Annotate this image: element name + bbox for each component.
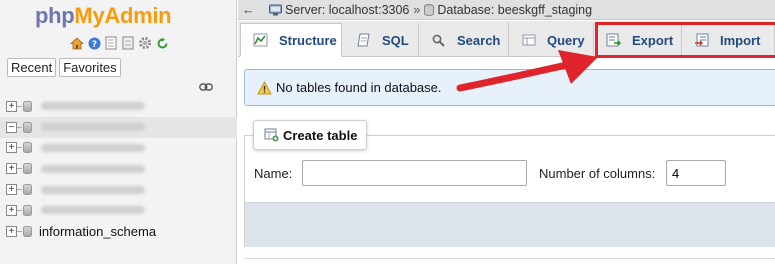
tree-item[interactable]: +	[6, 96, 237, 117]
tree-item[interactable]: +	[6, 179, 237, 200]
tree-item[interactable]: −	[0, 116, 237, 138]
tab-structure-label: Structure	[279, 32, 337, 48]
create-table-title: Create table	[283, 127, 358, 143]
sql-icon	[356, 33, 371, 47]
structure-icon	[253, 33, 268, 47]
main-panel: ← Server: localhost:3306 » Database: bee…	[238, 0, 775, 264]
link-icon[interactable]	[199, 80, 213, 94]
database-icon[interactable]	[23, 163, 32, 175]
create-table-panel: Create table Name: Number of columns:	[244, 120, 775, 247]
tab-search[interactable]: Search	[419, 23, 509, 57]
phpmyadmin-logo[interactable]: phpMyAdmin	[35, 3, 172, 29]
breadcrumb-separator: »	[413, 2, 421, 17]
svg-text:?: ?	[91, 40, 96, 50]
notice-message: No tables found in database.	[244, 69, 775, 106]
tab-structure[interactable]: Structure	[240, 23, 342, 57]
recent-tab[interactable]: Recent	[7, 58, 57, 77]
columns-label: Number of columns:	[539, 166, 656, 181]
export-import-highlight-box	[595, 22, 775, 58]
logo-php-text: php	[35, 3, 75, 28]
help-icon[interactable]: ?	[87, 36, 101, 50]
tab-sql[interactable]: SQL	[344, 23, 419, 57]
docs-secondary-icon[interactable]	[121, 36, 135, 50]
tree-item[interactable]: +	[6, 138, 237, 159]
breadcrumb-server[interactable]: Server: localhost:3306	[285, 3, 409, 17]
tree-item[interactable]: +	[6, 200, 237, 221]
tab-query[interactable]: Query	[509, 23, 594, 57]
bottom-divider	[244, 258, 775, 264]
tree-connector	[17, 126, 22, 128]
tab-search-label: Search	[457, 32, 501, 48]
home-icon[interactable]	[70, 36, 84, 50]
search-icon	[431, 33, 446, 47]
reload-icon[interactable]	[155, 36, 169, 50]
database-icon[interactable]	[23, 100, 32, 112]
tree-connector	[17, 147, 22, 149]
settings-icon[interactable]	[138, 36, 152, 50]
database-icon[interactable]	[23, 142, 32, 154]
tree-item[interactable]: + information_schema	[6, 221, 237, 242]
tree-connector	[17, 230, 22, 232]
blurred-database-name[interactable]	[41, 185, 145, 194]
collapse-icon[interactable]: −	[6, 121, 17, 133]
database-name[interactable]: information_schema	[39, 224, 156, 239]
blurred-database-name[interactable]	[41, 143, 145, 152]
name-label: Name:	[254, 166, 293, 181]
nav-tabs: Recent Favorites	[7, 58, 121, 77]
breadcrumb: ← Server: localhost:3306 » Database: bee…	[238, 0, 775, 20]
nav-icon-bar: ?	[70, 36, 169, 50]
expand-icon[interactable]: +	[6, 163, 17, 175]
tree-connector	[17, 209, 22, 211]
warning-icon	[257, 80, 272, 94]
blurred-database-name[interactable]	[41, 102, 145, 111]
database-icon[interactable]	[23, 121, 32, 133]
database-tree: + − + + + + + information_schema	[0, 96, 237, 242]
number-of-columns-input[interactable]	[666, 160, 726, 186]
blurred-database-name[interactable]	[41, 164, 145, 173]
tree-item[interactable]: +	[6, 158, 237, 179]
create-table-form: Name: Number of columns:	[245, 160, 775, 192]
navigation-panel: phpMyAdmin ? Recent Favorites + − + + + + + inf…	[0, 0, 237, 264]
expand-icon[interactable]: +	[6, 100, 17, 112]
back-arrow-icon[interactable]: ←	[242, 2, 255, 17]
database-icon[interactable]	[23, 204, 32, 216]
tab-sql-label: SQL	[382, 32, 409, 48]
database-icon[interactable]	[23, 225, 32, 237]
breadcrumb-database[interactable]: Database: beeskgff_staging	[437, 3, 592, 17]
tab-query-label: Query	[547, 32, 585, 48]
expand-icon[interactable]: +	[6, 225, 17, 237]
server-icon	[269, 4, 282, 15]
create-table-footer	[245, 202, 775, 247]
database-icon[interactable]	[23, 184, 32, 196]
create-table-icon	[264, 128, 279, 142]
logo-myadmin-text: MyAdmin	[74, 3, 172, 28]
favorites-tab[interactable]: Favorites	[59, 58, 121, 77]
tree-connector	[17, 105, 22, 107]
blurred-database-name[interactable]	[41, 206, 145, 215]
expand-icon[interactable]: +	[6, 184, 17, 196]
tree-connector	[17, 168, 22, 170]
query-icon	[521, 33, 536, 47]
database-icon	[424, 3, 435, 16]
blurred-database-name[interactable]	[41, 123, 145, 132]
notice-text: No tables found in database.	[276, 80, 442, 95]
expand-icon[interactable]: +	[6, 204, 17, 216]
create-table-header: Create table	[253, 120, 368, 150]
tree-connector	[17, 189, 22, 191]
expand-icon[interactable]: +	[6, 142, 17, 154]
table-name-input[interactable]	[302, 160, 527, 186]
docs-icon[interactable]	[104, 36, 118, 50]
